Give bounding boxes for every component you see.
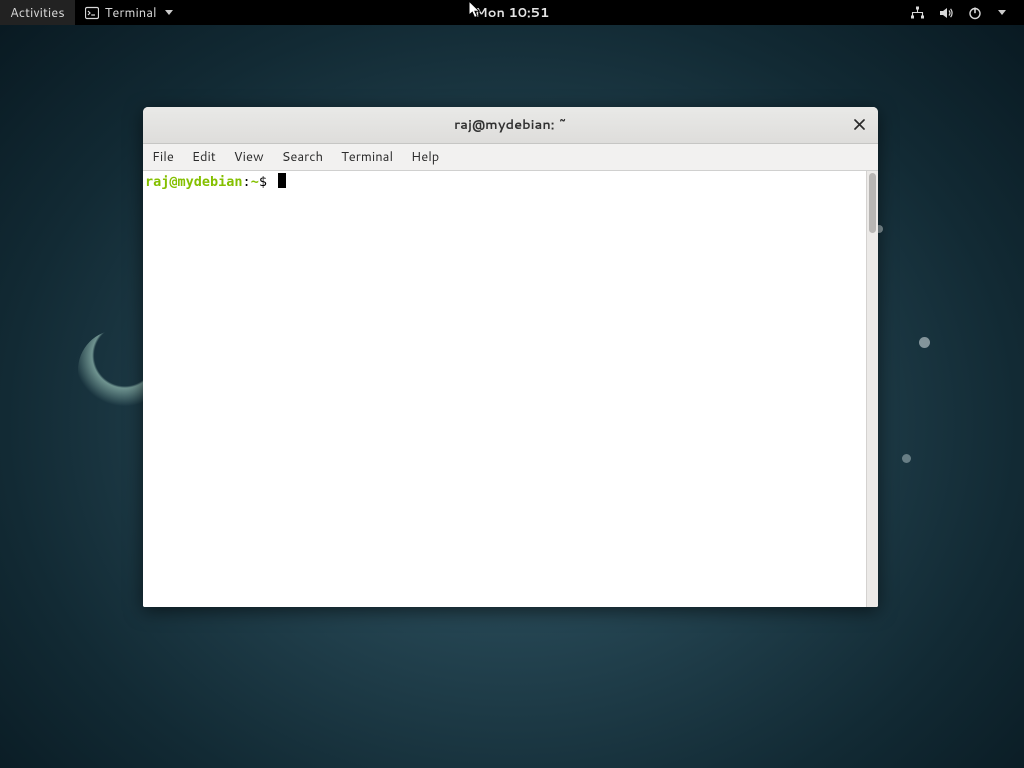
window-titlebar[interactable]: raj@mydebian: ~ bbox=[143, 107, 878, 144]
menu-label: Help bbox=[411, 148, 439, 166]
menu-view[interactable]: View bbox=[225, 144, 273, 170]
network-icon[interactable] bbox=[910, 6, 925, 20]
clock-button[interactable]: Mon 10:51 bbox=[475, 4, 550, 22]
window-title: raj@mydebian: ~ bbox=[143, 116, 878, 134]
power-icon[interactable] bbox=[968, 6, 982, 20]
menu-edit[interactable]: Edit bbox=[183, 144, 225, 170]
system-menu-chevron-icon[interactable] bbox=[998, 10, 1006, 15]
volume-icon[interactable] bbox=[939, 6, 954, 20]
menu-terminal[interactable]: Terminal bbox=[332, 144, 402, 170]
app-menu-label: Terminal bbox=[105, 4, 157, 22]
menu-help[interactable]: Help bbox=[402, 144, 448, 170]
app-menu-button[interactable]: Terminal bbox=[75, 0, 183, 25]
activities-label: Activities bbox=[10, 4, 65, 22]
chevron-down-icon bbox=[165, 10, 173, 15]
prompt-userhost: raj@mydebian bbox=[145, 174, 243, 190]
scrollbar-thumb[interactable] bbox=[869, 173, 876, 233]
prompt-symbol: $ bbox=[259, 174, 267, 190]
wallpaper-decoration bbox=[919, 337, 930, 348]
close-icon bbox=[854, 115, 865, 135]
menu-label: Search bbox=[282, 148, 323, 166]
menu-label: File bbox=[152, 148, 174, 166]
prompt-path: ~ bbox=[251, 174, 259, 190]
menu-label: View bbox=[234, 148, 264, 166]
menu-label: Edit bbox=[192, 148, 216, 166]
terminal-window: raj@mydebian: ~ File Edit View Search Te… bbox=[143, 107, 878, 607]
clock-label: Mon 10:51 bbox=[475, 4, 550, 22]
terminal-icon bbox=[85, 6, 99, 20]
prompt-separator: : bbox=[243, 174, 251, 190]
close-button[interactable] bbox=[846, 112, 872, 138]
gnome-top-bar: Activities Terminal Mon 10:51 bbox=[0, 0, 1024, 25]
menu-label: Terminal bbox=[341, 148, 393, 166]
wallpaper-decoration bbox=[902, 454, 911, 463]
terminal-content[interactable]: raj@mydebian:~$ bbox=[143, 171, 866, 607]
menu-search[interactable]: Search bbox=[273, 144, 332, 170]
menubar: File Edit View Search Terminal Help bbox=[143, 144, 878, 171]
menu-file[interactable]: File bbox=[143, 144, 183, 170]
terminal-area: raj@mydebian:~$ bbox=[143, 171, 878, 607]
terminal-cursor bbox=[278, 173, 286, 188]
activities-button[interactable]: Activities bbox=[0, 0, 75, 25]
vertical-scrollbar[interactable] bbox=[866, 171, 878, 607]
